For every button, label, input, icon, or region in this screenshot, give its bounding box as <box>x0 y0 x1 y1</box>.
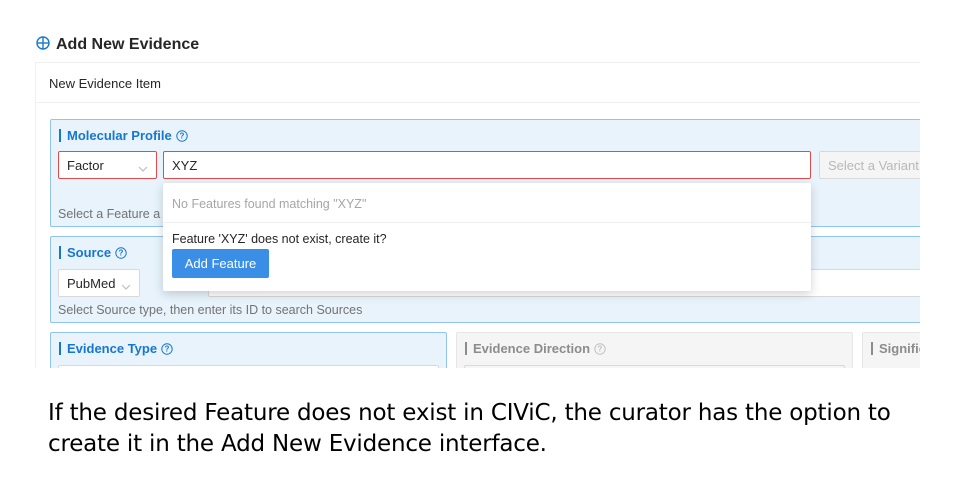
help-circle-icon[interactable]: ? <box>594 342 606 355</box>
add-feature-button[interactable]: Add Feature <box>172 249 269 278</box>
molecular-profile-title: Molecular Profile ? <box>59 128 188 143</box>
evidence-type-label: Evidence Type <box>67 341 158 356</box>
feature-autocomplete-dropdown: No Features found matching "XYZ" Feature… <box>163 183 811 291</box>
plus-circle-icon <box>36 35 50 55</box>
source-label: Source <box>67 245 112 260</box>
svg-text:?: ? <box>179 131 184 140</box>
significance-section: Signific <box>862 332 920 368</box>
no-results-text: No Features found matching "XYZ" <box>172 197 367 211</box>
page-title: Add New Evidence <box>56 36 200 53</box>
chevron-down-icon <box>121 279 131 294</box>
card-header: New Evidence Item <box>36 63 920 103</box>
chevron-down-icon <box>138 161 148 176</box>
svg-text:?: ? <box>165 344 170 353</box>
svg-text:?: ? <box>119 248 124 257</box>
significance-label: Signific <box>879 341 920 356</box>
help-circle-icon[interactable]: ? <box>161 342 173 355</box>
feature-search-input[interactable]: XYZ <box>163 151 811 179</box>
create-feature-message: Feature 'XYZ' does not exist, create it? <box>172 232 387 246</box>
evidence-type-title: Evidence Type ? <box>59 341 173 356</box>
source-title: Source ? <box>59 245 127 260</box>
evidence-direction-title: Evidence Direction ? <box>465 341 606 356</box>
help-circle-icon[interactable]: ? <box>176 129 188 142</box>
evidence-direction-section: Evidence Direction ? <box>456 332 853 368</box>
source-help: Select Source type, then enter its ID to… <box>58 303 363 317</box>
feature-type-value: Factor <box>67 157 104 173</box>
app-viewport: Add New Evidence New Evidence Item Molec… <box>0 0 920 368</box>
slide-caption: If the desired Feature does not exist in… <box>48 400 891 457</box>
molecular-profile-label: Molecular Profile <box>67 128 172 143</box>
evidence-type-select[interactable] <box>58 365 439 368</box>
feature-type-select[interactable]: Factor <box>58 151 157 179</box>
dropdown-divider <box>163 222 811 223</box>
significance-title: Signific <box>871 341 920 356</box>
variant-placeholder: Select a Variant <box>828 157 919 173</box>
source-type-value: PubMed <box>67 275 116 291</box>
page-header: Add New Evidence <box>36 35 199 55</box>
evidence-type-section: Evidence Type ? <box>50 332 447 368</box>
evidence-direction-label: Evidence Direction <box>473 341 591 356</box>
evidence-direction-select[interactable] <box>464 365 845 368</box>
feature-search-value: XYZ <box>172 157 198 173</box>
card-title: New Evidence Item <box>49 76 161 91</box>
variant-select[interactable]: Select a Variant <box>819 151 920 179</box>
source-type-select[interactable]: PubMed <box>58 269 140 297</box>
svg-text:?: ? <box>598 344 603 353</box>
help-circle-icon[interactable]: ? <box>115 246 127 259</box>
molecular-profile-help: Select a Feature a <box>58 207 161 221</box>
